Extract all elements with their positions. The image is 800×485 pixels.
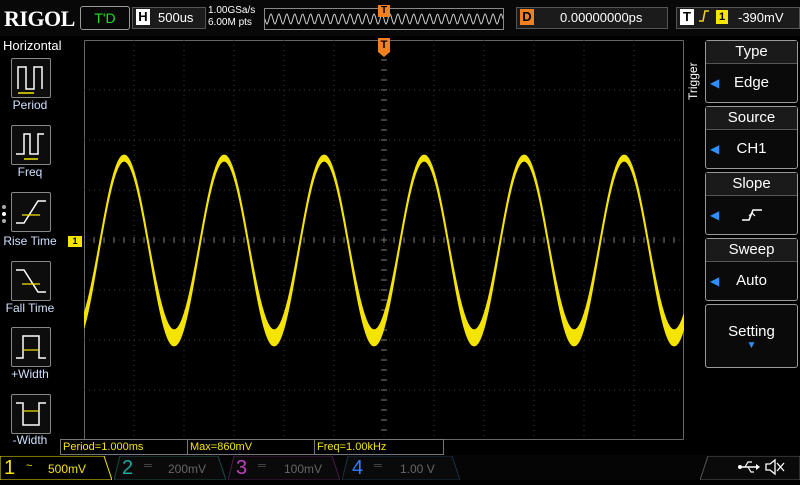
trigger-slope-title: Slope (706, 173, 797, 196)
rising-edge-icon (741, 209, 762, 221)
trigger-type-button[interactable]: Type ◀ Edge (705, 40, 798, 103)
usb-icon (738, 459, 760, 480)
trigger-source-badge: 1 (716, 10, 728, 24)
sample-rate: 1.00GSa/s (208, 5, 256, 16)
measurement-period[interactable]: Period=1.000ms (60, 439, 188, 455)
ch2-number: 2 (122, 457, 134, 479)
fall-time-button[interactable] (11, 261, 51, 301)
trigger-type-value: Edge (733, 74, 770, 91)
fall-time-icon (16, 269, 46, 293)
trigger-position-marker[interactable]: T (378, 38, 390, 52)
dc-coupling-icon: ═ (258, 460, 266, 472)
trigger-source-value: CH1 (736, 140, 767, 157)
ch1-scale: 500mV (48, 462, 87, 476)
ch4-scale: 1.00 V (400, 462, 435, 476)
trigger-sweep-title: Sweep (706, 239, 797, 262)
menu-page-dots (2, 202, 6, 226)
trigger-type-title: Type (706, 41, 797, 64)
left-arrow-icon: ◀ (710, 142, 720, 156)
trigger-menu-vertical-label: Trigger (686, 62, 700, 100)
acquisition-info: 1.00GSa/s 6.00M pts (208, 5, 255, 29)
fall-time-label: Fall Time (5, 301, 55, 315)
ch3-scale: 100mV (284, 462, 323, 476)
left-arrow-icon: ◀ (710, 208, 720, 222)
frequency-icon (16, 133, 44, 160)
ch1-tab[interactable]: 1 ~ 500mV (0, 456, 112, 480)
ch2-scale: 200mV (168, 462, 207, 476)
left-arrow-icon: ◀ (710, 274, 720, 288)
trigger-sweep-button[interactable]: Sweep ◀ Auto (705, 238, 798, 301)
trigger-setting-title: Setting (728, 323, 775, 340)
graticule (84, 40, 684, 440)
positive-width-button[interactable] (11, 327, 51, 367)
negative-width-button[interactable] (11, 394, 51, 434)
freq-button[interactable] (11, 125, 51, 165)
delay-letter: D (520, 9, 534, 25)
memory-trigger-marker: T (378, 5, 390, 17)
positive-width-label: +Width (11, 367, 49, 381)
trigger-setting-button[interactable]: Setting ▼ (705, 304, 798, 368)
trigger-source-button[interactable]: Source ◀ CH1 (705, 106, 798, 169)
trigger-slope-button[interactable]: Slope ◀ (705, 172, 798, 235)
rise-time-button[interactable] (11, 192, 51, 232)
ch1-offset-marker[interactable]: 1 (68, 236, 82, 247)
speaker-mute-icon[interactable] (764, 458, 786, 481)
ch1-number: 1 (4, 457, 16, 479)
ch4-tab[interactable]: 4 ═ 1.00 V (342, 456, 460, 480)
rising-edge-icon (698, 9, 710, 26)
dc-coupling-icon: ═ (374, 460, 382, 472)
ch3-number: 3 (236, 457, 248, 479)
trigger-position-arrow (378, 52, 390, 57)
positive-width-icon (16, 335, 46, 359)
rise-time-label: Rise Time (3, 234, 57, 248)
trigger-letter: T (680, 9, 694, 25)
period-button[interactable] (11, 58, 51, 98)
measurement-freq[interactable]: Freq=1.00kHz (314, 439, 444, 455)
negative-width-icon (16, 402, 46, 426)
left-menu-title: Horizontal (3, 38, 62, 53)
period-icon (17, 66, 43, 94)
negative-width-label: -Width (12, 433, 48, 447)
trigger-source-title: Source (706, 107, 797, 130)
left-arrow-icon: ◀ (710, 76, 720, 90)
period-label: Period (12, 98, 48, 112)
delay-value: 0.00000000ps (560, 10, 643, 25)
run-status-button[interactable]: T'D (80, 6, 130, 30)
trigger-sweep-value: Auto (736, 272, 767, 289)
timebase-value: 500us (158, 10, 194, 25)
ac-coupling-icon: ~ (26, 460, 33, 472)
ch3-tab[interactable]: 3 ═ 100mV (228, 456, 340, 480)
ch2-tab[interactable]: 2 ═ 200mV (114, 456, 226, 480)
ch4-number: 4 (352, 457, 364, 479)
measurement-max[interactable]: Max=860mV (187, 439, 315, 455)
trigger-level: -390mV (738, 10, 784, 25)
freq-label: Freq (17, 165, 43, 179)
down-arrow-icon: ▼ (746, 340, 757, 351)
timebase-letter: H (136, 9, 150, 25)
dc-coupling-icon: ═ (144, 460, 152, 472)
memory-depth: 6.00M pts (208, 17, 252, 28)
rigol-logo: RIGOL (4, 6, 75, 31)
waveform-display[interactable] (84, 40, 684, 440)
rise-time-icon (16, 200, 46, 224)
